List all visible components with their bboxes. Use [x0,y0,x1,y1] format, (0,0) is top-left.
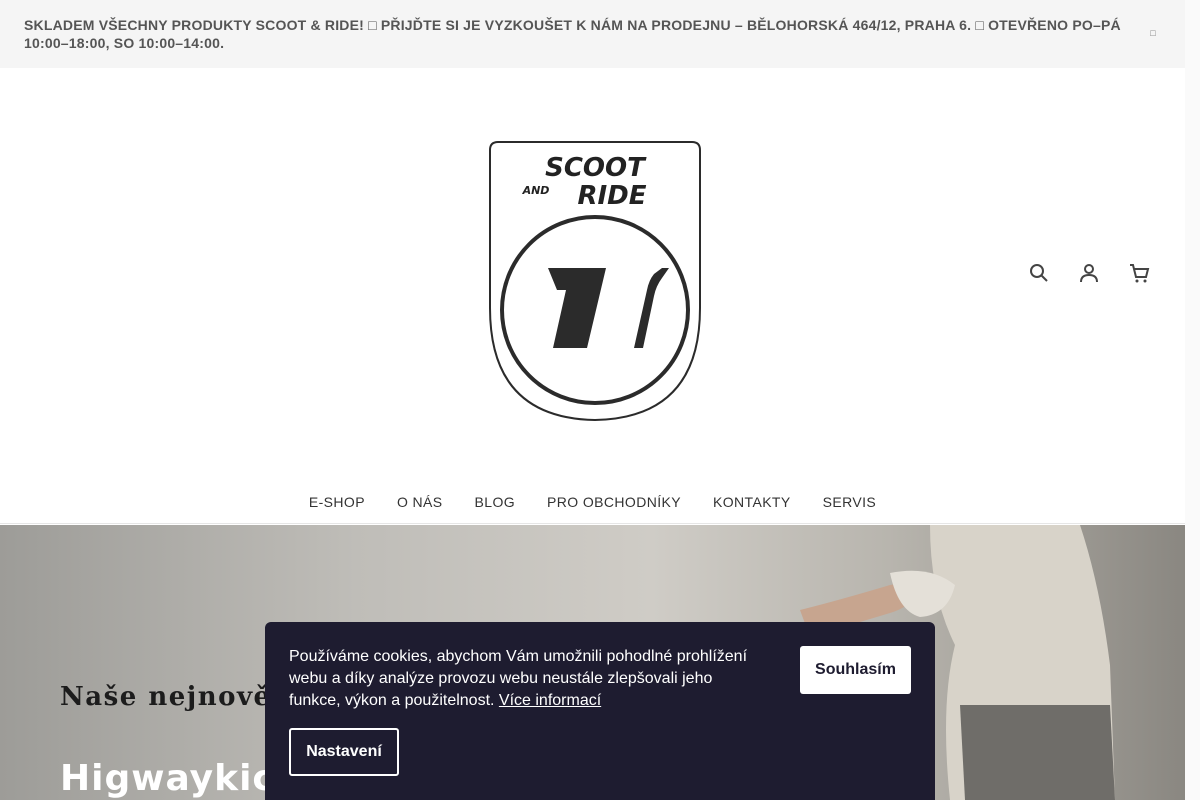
nav-item-retailers[interactable]: PRO OBCHODNÍKY [531,488,697,516]
nav-item-service[interactable]: SERVIS [807,488,893,516]
site-logo[interactable]: SCOOT AND RIDE [484,140,706,424]
hero-product-title[interactable]: Higwaykick [60,758,300,799]
page: SKLADEM VŠECHNY PRODUKTY SCOOT & RIDE! □… [0,0,1200,800]
search-icon[interactable] [1028,262,1054,286]
nav-item-about[interactable]: O NÁS [381,488,459,516]
logo-graphic: SCOOT AND RIDE [489,141,701,422]
cookie-settings-button[interactable]: Nastavení [289,728,399,776]
logo-text-scoot: SCOOT [545,153,647,183]
cookie-banner: Používáme cookies, abychom Vám umožnili … [265,622,935,800]
more-info-link[interactable]: Více informací [499,692,601,709]
cart-icon[interactable] [1128,262,1154,286]
logo-text-and: AND [522,184,550,197]
announcement-text: SKLADEM VŠECHNY PRODUKTY SCOOT & RIDE! □… [24,17,1121,51]
logo-text-ride: RIDE [577,181,646,211]
nav-item-blog[interactable]: BLOG [459,488,532,516]
announcement-bar: SKLADEM VŠECHNY PRODUKTY SCOOT & RIDE! □… [0,0,1185,68]
scrollbar[interactable] [1185,0,1200,800]
main-nav: E-SHOP O NÁS BLOG PRO OBCHODNÍKY KONTAKT… [0,488,1185,516]
user-icon[interactable] [1078,262,1104,286]
close-icon[interactable]: □ [1146,26,1160,40]
nav-divider [0,523,1185,524]
nav-item-eshop[interactable]: E-SHOP [293,488,381,516]
accept-cookies-button[interactable]: Souhlasím [800,646,911,694]
cookie-message: Používáme cookies, abychom Vám umožnili … [289,646,759,712]
nav-item-contacts[interactable]: KONTAKTY [697,488,807,516]
